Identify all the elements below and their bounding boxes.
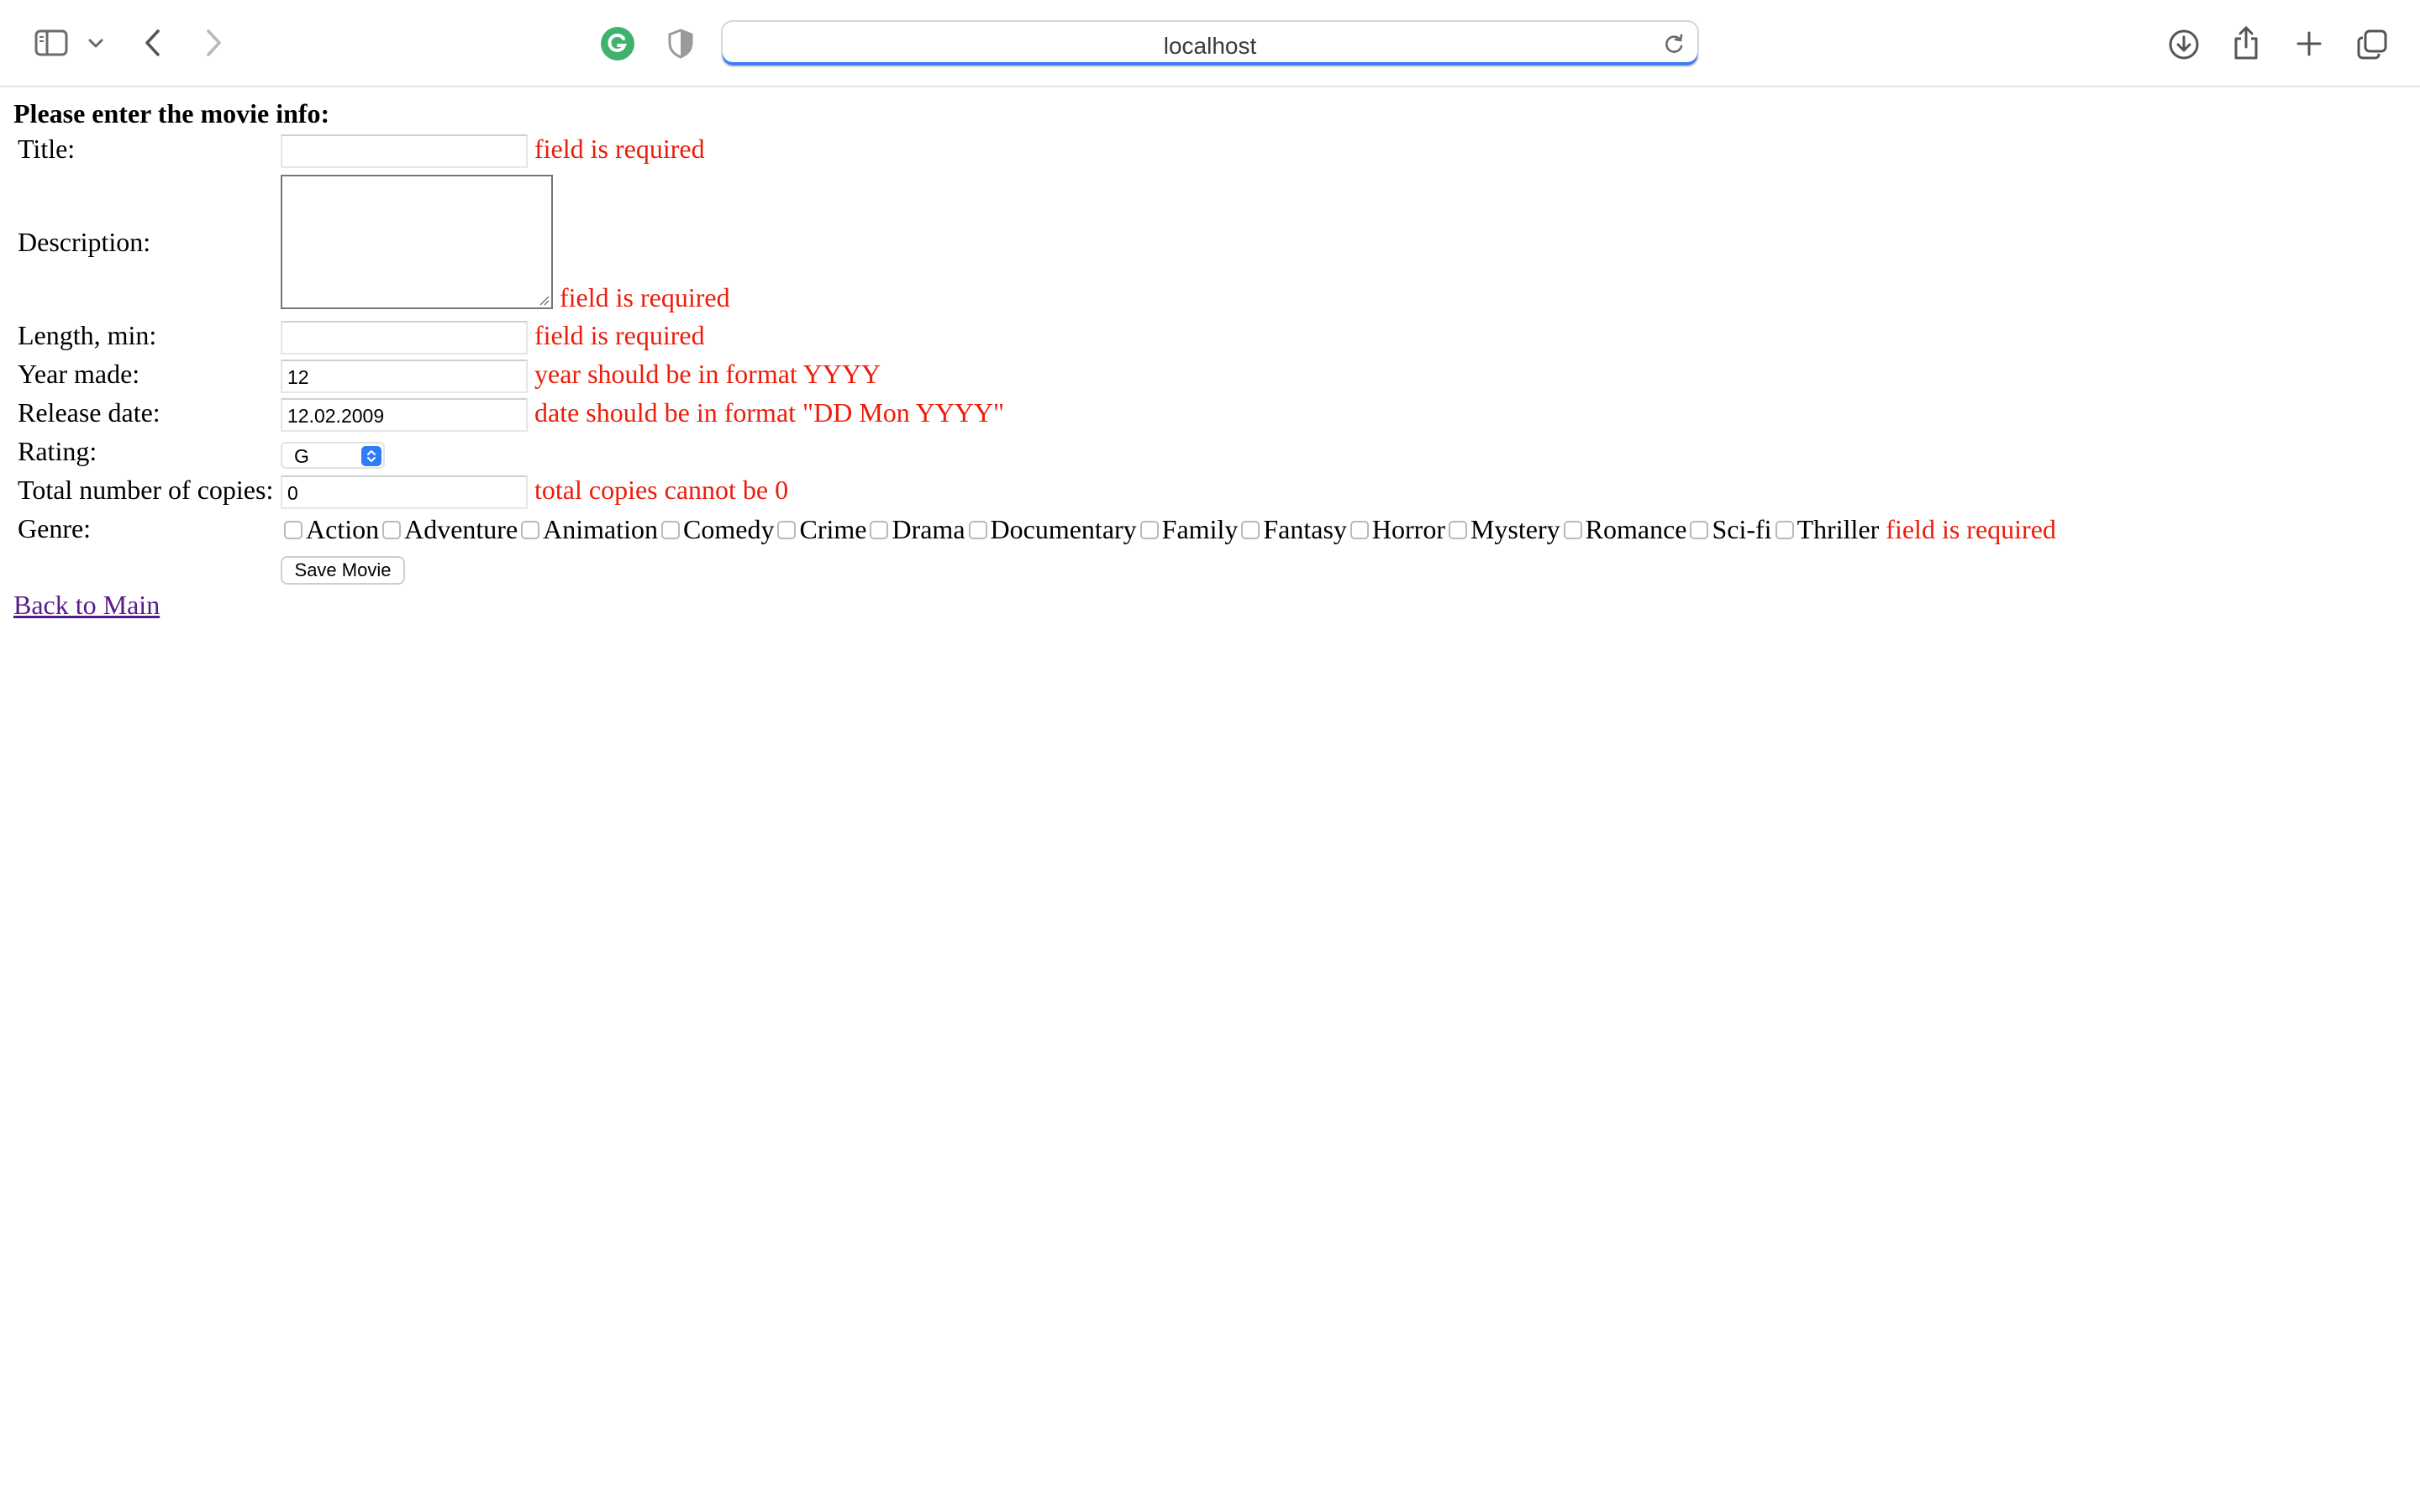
select-arrows-icon <box>361 446 381 466</box>
genre-checkbox-animation[interactable] <box>521 520 540 539</box>
genre-checkbox-horror[interactable] <box>1349 520 1369 539</box>
genre-option-label: Thriller <box>1797 514 1880 544</box>
genre-checkbox-family[interactable] <box>1139 520 1159 539</box>
genre-checkbox-sci-fi[interactable] <box>1690 520 1709 539</box>
genre-checkbox-adventure[interactable] <box>382 520 402 539</box>
year-error: year should be in format YYYY <box>534 359 881 389</box>
address-bar[interactable]: localhost <box>721 20 1699 67</box>
release-input[interactable]: 12.02.2009 <box>281 398 528 432</box>
genre-option-label: Comedy <box>683 514 775 544</box>
year-input[interactable]: 12 <box>281 360 528 393</box>
genre-checkbox-fantasy[interactable] <box>1241 520 1260 539</box>
title-input[interactable] <box>281 134 528 168</box>
genre-checkbox-group: Action Adventure Animation Comedy Crime … <box>281 514 2056 545</box>
copies-error: total copies cannot be 0 <box>534 475 789 505</box>
genre-option-label: Documentary <box>990 514 1137 544</box>
description-label: Description: <box>18 227 151 257</box>
new-tab-icon[interactable] <box>2292 27 2326 60</box>
save-movie-button[interactable]: Save Movie <box>281 556 405 585</box>
genre-option-label: Sci-fi <box>1712 514 1772 544</box>
genre-option-label: Adventure <box>404 514 518 544</box>
forward-arrow-icon[interactable] <box>198 25 229 60</box>
sidebar-icon[interactable] <box>34 27 69 59</box>
description-textarea[interactable] <box>281 175 553 309</box>
rating-selected-value: G <box>294 445 309 467</box>
genre-checkbox-comedy[interactable] <box>661 520 681 539</box>
title-error: field is required <box>534 134 705 164</box>
year-label: Year made: <box>18 359 140 389</box>
genre-checkbox-crime[interactable] <box>777 520 797 539</box>
share-icon[interactable] <box>2230 24 2262 62</box>
genre-checkbox-mystery[interactable] <box>1448 520 1467 539</box>
genre-option-label: Family <box>1161 514 1239 544</box>
back-to-main-link[interactable]: Back to Main <box>13 590 160 621</box>
download-icon[interactable] <box>2166 27 2202 62</box>
chevron-down-icon[interactable] <box>84 32 108 54</box>
grammarly-icon[interactable] <box>600 26 635 61</box>
genre-checkbox-action[interactable] <box>284 520 302 539</box>
release-error: date should be in format "DD Mon YYYY" <box>534 397 1005 428</box>
copies-label: Total number of copies: <box>18 475 274 505</box>
copies-input[interactable]: 0 <box>281 475 528 509</box>
genre-label: Genre: <box>18 513 92 543</box>
genre-option-label: Horror <box>1371 514 1445 544</box>
genre-option-label: Animation <box>543 514 659 544</box>
genre-option-label: Romance <box>1585 514 1687 544</box>
privacy-shield-icon[interactable] <box>666 27 696 60</box>
length-error: field is required <box>534 320 705 350</box>
genre-checkbox-thriller[interactable] <box>1775 520 1794 539</box>
url-text: localhost <box>1163 33 1257 59</box>
description-error: field is required <box>560 282 730 312</box>
tab-overview-icon[interactable] <box>2354 27 2390 62</box>
genre-checkbox-drama[interactable] <box>870 520 889 539</box>
reload-icon[interactable] <box>1662 32 1686 60</box>
length-label: Length, min: <box>18 320 157 350</box>
genre-option-label: Action <box>306 514 380 544</box>
genre-option-label: Drama <box>892 514 965 544</box>
genre-option-label: Fantasy <box>1263 514 1347 544</box>
genre-option-label: Crime <box>799 514 867 544</box>
resize-grip-icon[interactable] <box>538 294 550 306</box>
rating-label: Rating: <box>18 436 97 466</box>
browser-toolbar: localhost <box>0 0 2420 87</box>
genre-option-label: Mystery <box>1470 514 1560 544</box>
form-heading: Please enter the movie info: <box>13 98 330 129</box>
release-label: Release date: <box>18 397 160 428</box>
genre-checkbox-romance[interactable] <box>1563 520 1582 539</box>
genre-error: field is required <box>1886 514 2056 544</box>
length-input[interactable] <box>281 321 528 354</box>
rating-select[interactable]: G <box>281 442 385 469</box>
genre-checkbox-documentary[interactable] <box>968 520 987 539</box>
back-arrow-icon[interactable] <box>138 25 168 60</box>
title-label: Title: <box>18 134 76 164</box>
